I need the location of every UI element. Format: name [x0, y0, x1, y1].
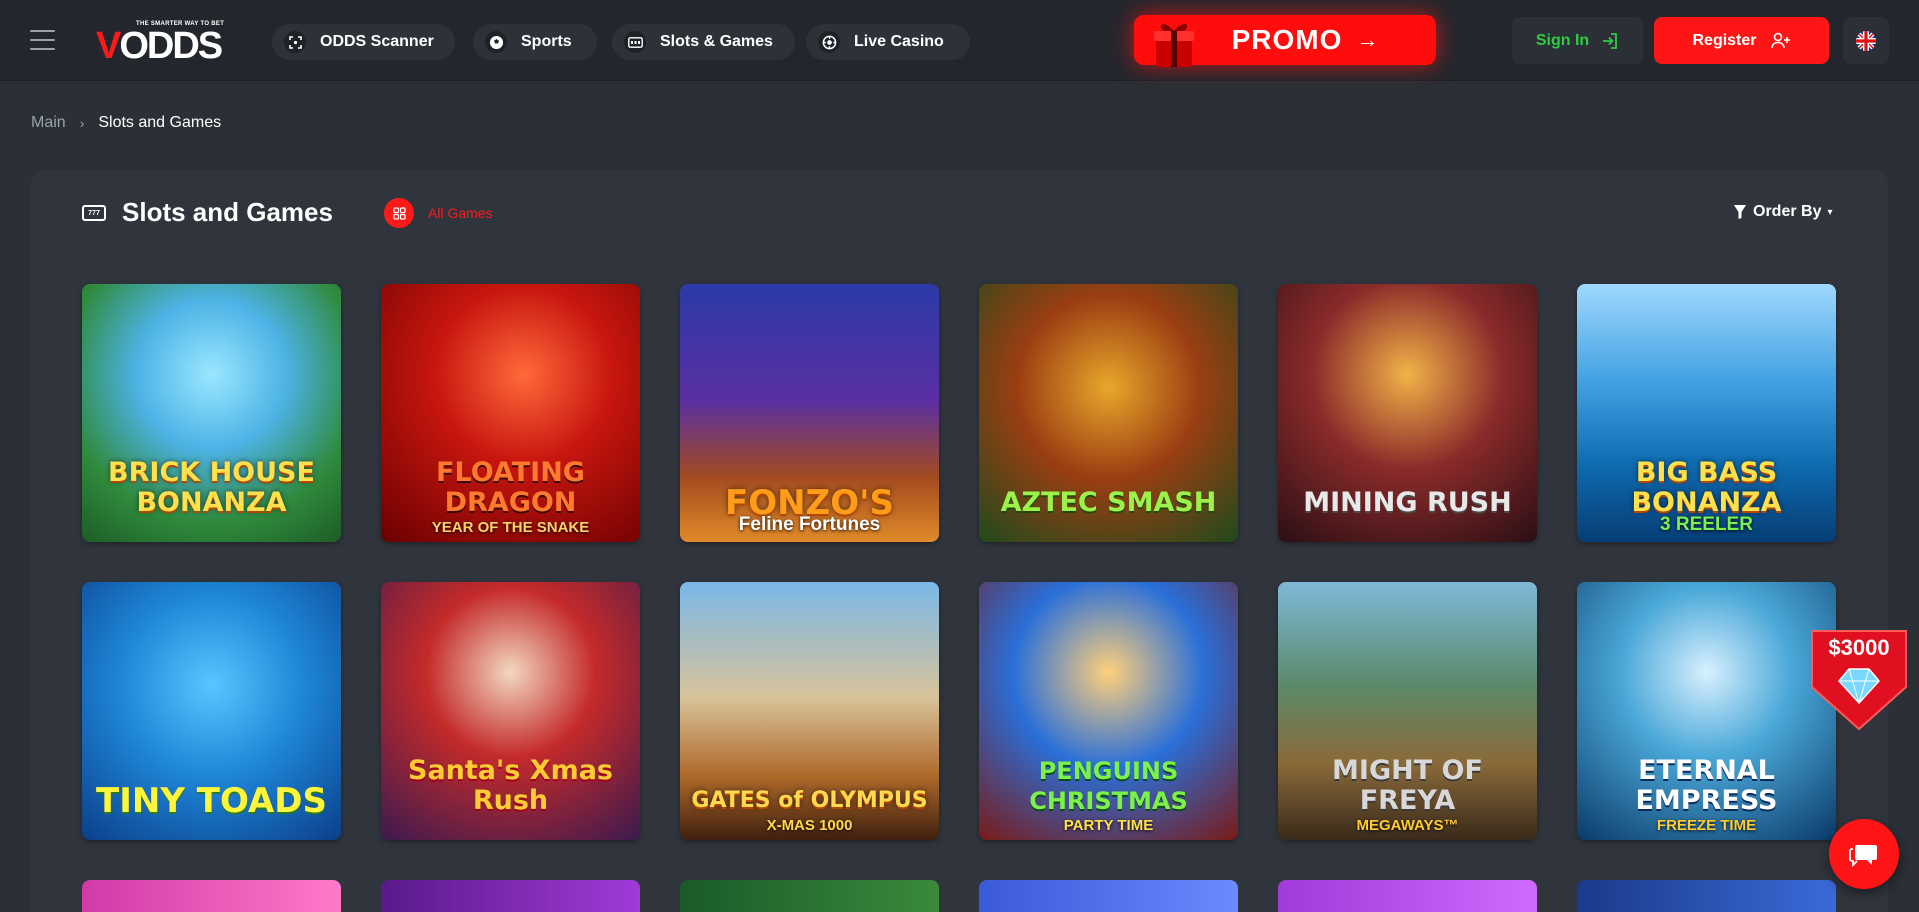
game-title: AZTEC SMASH [1000, 487, 1217, 518]
game-tile[interactable]: GATES of OLYMPUS X-MAS 1000 [680, 582, 939, 840]
section-title: Slots and Games [122, 197, 333, 227]
sign-in-button[interactable]: Sign In [1512, 17, 1643, 64]
games-grid-row-3 [82, 880, 1836, 912]
game-tile[interactable]: AZTEC SMASH [979, 284, 1238, 542]
jackpot-amount: $3000 [1828, 635, 1890, 660]
game-title: PENGUINS CHRISTMAS [1029, 757, 1188, 815]
language-selector[interactable] [1843, 17, 1889, 64]
login-icon [1603, 32, 1618, 49]
game-tile[interactable]: BIG BASS BONANZA 3 REELER [1577, 284, 1836, 542]
game-tile[interactable]: PENGUINS CHRISTMAS PARTY TIME [979, 582, 1238, 840]
game-subtitle: 3 REELER [1660, 514, 1753, 535]
uk-flag-icon [1856, 30, 1876, 51]
game-tile[interactable]: FONZO'S Feline Fortunes [680, 284, 939, 542]
gift-box-icon [1154, 24, 1194, 67]
game-tile[interactable]: FLOATING DRAGON YEAR OF THE SNAKE [381, 284, 640, 542]
game-tile[interactable] [1278, 880, 1537, 912]
game-subtitle: MEGAWAYS™ [1356, 817, 1459, 834]
caret-down-icon: ▾ [1827, 206, 1833, 218]
sign-in-label: Sign In [1535, 31, 1590, 49]
nav-label: Live Casino [854, 33, 944, 50]
casino-chip-icon [818, 31, 840, 53]
game-subtitle: YEAR OF THE SNAKE [431, 519, 590, 536]
game-tile[interactable]: Santa's Xmas Rush [381, 582, 640, 840]
game-tile[interactable]: ETERNAL EMPRESS FREEZE TIME [1577, 582, 1836, 840]
register-button[interactable]: Register [1654, 17, 1829, 64]
promo-button[interactable]: PROMO → [1134, 15, 1436, 67]
arrow-right-icon: → [1356, 27, 1379, 52]
nav-label: Sports [521, 33, 572, 50]
game-title: ETERNAL EMPRESS [1635, 755, 1778, 816]
order-by-dropdown[interactable]: Order By ▾ [1733, 203, 1833, 221]
chevron-right-icon: › [79, 115, 85, 131]
add-user-icon [1770, 32, 1790, 48]
top-header: THE SMARTER WAY TO BET VODDS ODDS Scanne… [0, 0, 1919, 81]
game-title: MINING RUSH [1303, 487, 1512, 518]
all-games-filter[interactable]: All Games [428, 205, 493, 221]
slots-777-icon: 777 [82, 205, 106, 221]
game-title: MIGHT OF FREYA [1332, 755, 1483, 816]
nav-live-casino[interactable]: Live Casino [806, 24, 970, 60]
game-title: BIG BASS BONANZA [1631, 457, 1782, 518]
logo-wordmark: VODDS [96, 25, 223, 67]
game-tile[interactable] [82, 880, 341, 912]
nav-label: ODDS Scanner [320, 33, 434, 50]
games-grid: BRICK HOUSE BONANZA FLOATING DRAGON YEAR… [82, 284, 1836, 840]
game-subtitle: Feline Fortunes [738, 514, 881, 535]
order-by-label: Order By [1753, 203, 1822, 220]
breadcrumb-main-link[interactable]: Main [31, 114, 66, 132]
game-title: FLOATING DRAGON [436, 457, 585, 518]
live-chat-button[interactable] [1829, 819, 1899, 889]
register-label: Register [1692, 31, 1757, 49]
game-subtitle: FREEZE TIME [1656, 817, 1757, 834]
game-tile[interactable]: TINY TOADS [82, 582, 341, 840]
nav-sports[interactable]: Sports [473, 24, 597, 60]
slot-machine-icon [624, 31, 646, 53]
game-title: GATES of OLYMPUS [691, 788, 928, 813]
nav-slots-games[interactable]: Slots & Games [612, 24, 795, 60]
jackpot-badge[interactable]: $3000 [1806, 627, 1912, 733]
game-subtitle: X-MAS 1000 [766, 817, 853, 834]
game-subtitle: PARTY TIME [1063, 817, 1154, 834]
funnel-icon [1734, 205, 1746, 219]
grid-filter-icon[interactable] [384, 198, 414, 228]
soccer-ball-icon [485, 31, 507, 53]
game-tile[interactable]: MINING RUSH [1278, 284, 1537, 542]
scanner-icon [284, 31, 306, 53]
chat-bubble-icon [1849, 845, 1877, 867]
game-title: TINY TOADS [96, 781, 327, 821]
game-tile[interactable]: MIGHT OF FREYA MEGAWAYS™ [1278, 582, 1537, 840]
breadcrumb-current: Slots and Games [98, 114, 222, 131]
game-tile[interactable] [1577, 880, 1836, 912]
game-title: BRICK HOUSE BONANZA [108, 457, 315, 518]
vodds-logo[interactable]: THE SMARTER WAY TO BET VODDS [96, 16, 236, 66]
game-tile[interactable]: BRICK HOUSE BONANZA [82, 284, 341, 542]
nav-odds-scanner[interactable]: ODDS Scanner [272, 24, 455, 60]
game-tile[interactable] [979, 880, 1238, 912]
game-tile[interactable] [381, 880, 640, 912]
game-tile[interactable] [680, 880, 939, 912]
menu-hamburger-icon[interactable] [30, 30, 55, 50]
breadcrumb: Main › Slots and Games [31, 114, 221, 132]
nav-label: Slots & Games [660, 33, 773, 50]
promo-label: PROMO [1231, 24, 1343, 55]
game-title: Santa's Xmas Rush [408, 755, 613, 816]
